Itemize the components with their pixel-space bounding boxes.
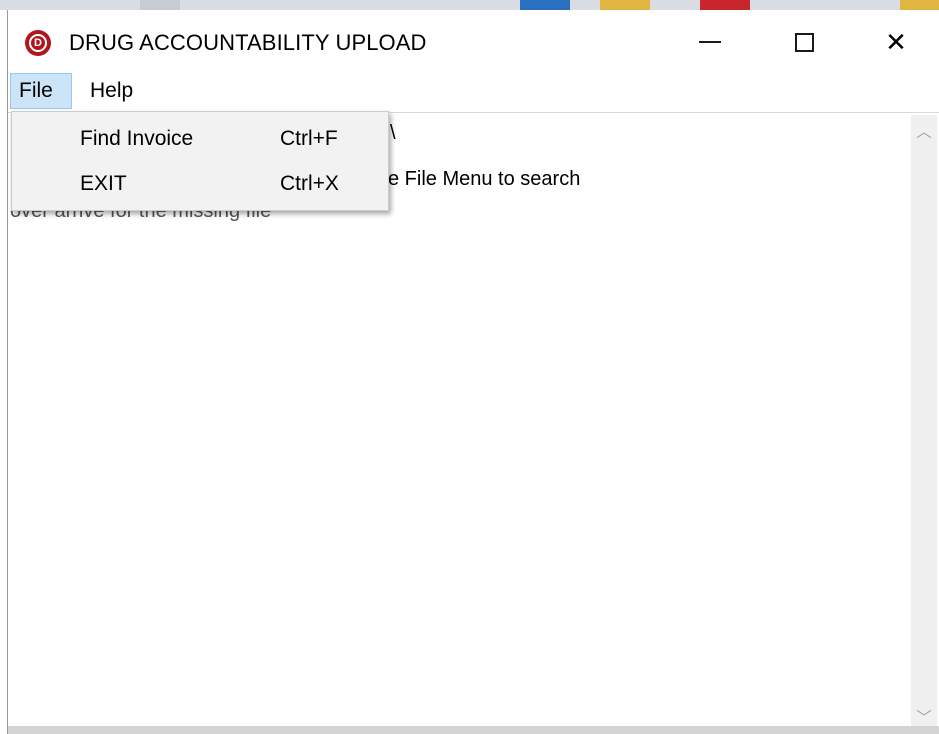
menu-help-label: Help xyxy=(90,79,134,102)
maximize-button[interactable] xyxy=(774,22,834,62)
desktop-background-strip xyxy=(0,0,939,10)
maximize-icon xyxy=(794,32,814,52)
menu-item-shortcut: Ctrl+X xyxy=(280,172,339,195)
app-logo-letter: D xyxy=(29,34,47,52)
message-line-2: e File Menu to search xyxy=(388,168,581,190)
minimize-icon xyxy=(699,41,721,43)
menu-file[interactable]: File xyxy=(10,73,72,109)
menu-file-label: File xyxy=(19,79,53,102)
menu-item-label: EXIT xyxy=(80,172,127,195)
title-bar[interactable]: D DRUG ACCOUNTABILITY UPLOAD ✕ xyxy=(8,10,939,70)
menu-item-shortcut: Ctrl+F xyxy=(280,127,338,150)
message-line-1: \ xyxy=(390,122,396,144)
bottom-border xyxy=(8,726,939,734)
vertical-scrollbar[interactable]: ︿ ﹀ xyxy=(911,115,937,731)
file-menu-dropdown: Find Invoice Ctrl+F EXIT Ctrl+X xyxy=(11,111,389,211)
close-button[interactable]: ✕ xyxy=(866,22,926,62)
menu-item-label: Find Invoice xyxy=(80,127,194,150)
menu-item-exit[interactable]: EXIT Ctrl+X xyxy=(12,162,388,206)
close-icon: ✕ xyxy=(885,26,907,57)
menu-item-find-invoice[interactable]: Find Invoice Ctrl+F xyxy=(12,117,388,161)
minimize-button[interactable] xyxy=(680,22,740,62)
menu-help[interactable]: Help xyxy=(82,73,141,109)
menu-bar: File Help xyxy=(8,73,939,109)
app-logo-icon: D xyxy=(25,30,51,56)
scroll-up-icon[interactable]: ︿ xyxy=(911,117,937,143)
window-title: DRUG ACCOUNTABILITY UPLOAD xyxy=(69,30,427,55)
